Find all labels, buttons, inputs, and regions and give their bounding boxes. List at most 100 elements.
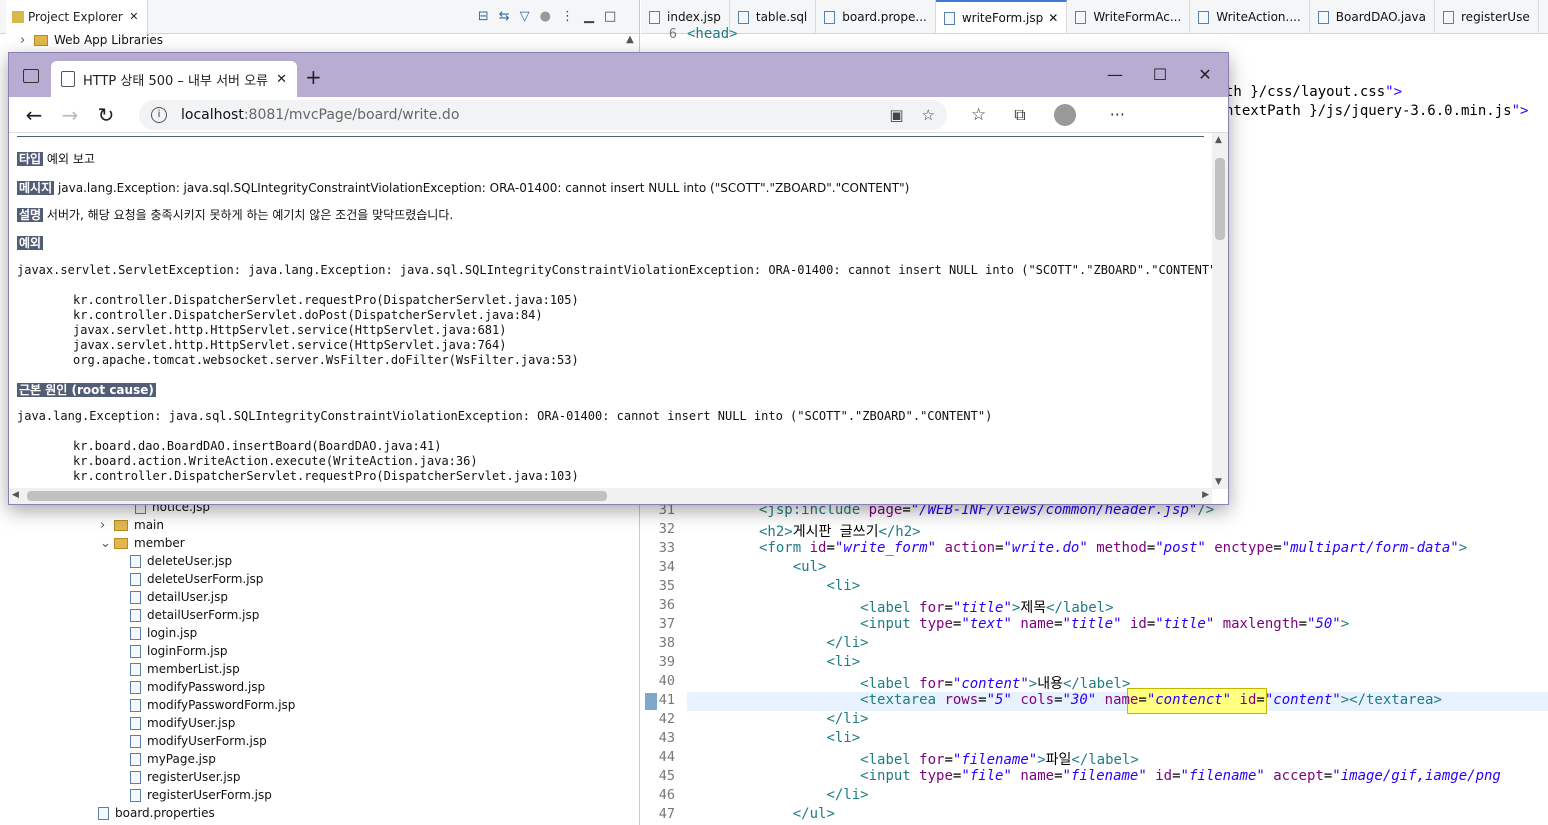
vertical-scroll-thumb[interactable] (1215, 158, 1225, 240)
file-icon (649, 10, 660, 24)
file-icon (737, 10, 749, 24)
tree-item[interactable]: login.jsp (130, 624, 197, 642)
chevron-down-icon[interactable]: ⌄ (100, 536, 111, 551)
code-line: <label for="content">내용</label> (860, 676, 1131, 692)
tree-item[interactable]: modifyPassword.jsp (130, 678, 265, 696)
project-explorer-tab[interactable]: Project Explorer ✕ (6, 0, 148, 34)
maximize-window-icon[interactable]: ☐ (1144, 63, 1176, 87)
browser-tab-title: HTTP 상태 500 – 내부 서버 오류 (83, 73, 269, 89)
info-icon[interactable]: i (151, 106, 167, 123)
chevron-right-icon[interactable]: › (20, 33, 30, 48)
editor-tab[interactable]: WriteFormAc... (1067, 0, 1191, 33)
tree-item[interactable]: › Web App Libraries (20, 31, 163, 49)
back-icon[interactable]: ← (19, 103, 49, 127)
vertical-scrollbar[interactable]: ▲ ▼ (1212, 133, 1228, 489)
line-number: 35 (658, 578, 675, 594)
scroll-left-icon[interactable]: ◀ (12, 490, 19, 500)
type-label: 타입 (17, 152, 44, 166)
file-icon (130, 734, 141, 748)
scroll-down-icon[interactable]: ▼ (1215, 477, 1222, 487)
add-favorite-icon[interactable]: ☆ (922, 106, 935, 124)
favorites-icon[interactable]: ☆ (971, 105, 986, 125)
minimize-window-icon[interactable]: — (1099, 63, 1131, 87)
scroll-right-icon[interactable]: ▶ (1202, 490, 1209, 500)
collections-icon[interactable]: ⧉ (1014, 105, 1025, 125)
file-icon (943, 11, 955, 25)
tree-item[interactable]: memberList.jsp (130, 660, 240, 678)
forward-icon[interactable]: → (55, 103, 85, 127)
file-icon (130, 716, 141, 730)
tree-item-label: main (134, 518, 164, 532)
browser-window: HTTP 상태 500 – 내부 서버 오류 ✕ + — ☐ ✕ ← → ↻ i… (8, 52, 1229, 505)
code-line: </li> (826, 787, 869, 803)
editor-tab[interactable]: BoardDAO.java (1310, 0, 1436, 33)
tree-item[interactable]: deleteUserForm.jsp (130, 570, 263, 588)
editor-tab-label: writeForm.jsp (961, 11, 1044, 25)
tree-item[interactable]: board.properties (98, 804, 215, 822)
tree-item[interactable]: › main (100, 516, 164, 534)
tree-item-label: modifyPassword.jsp (147, 680, 266, 694)
editor-tab-label: WriteFormAc... (1093, 10, 1182, 24)
editor-tab-label: table.sql (755, 10, 808, 24)
tree-item[interactable]: loginForm.jsp (130, 642, 227, 660)
tree-item[interactable]: modifyUserForm.jsp (130, 732, 267, 750)
horizontal-scroll-thumb[interactable] (27, 491, 607, 501)
view-menu-icon[interactable]: ⋮ (561, 9, 574, 24)
tree-item[interactable]: modifyUser.jsp (130, 714, 235, 732)
tree-item[interactable]: ⌄ member (100, 534, 185, 552)
editor-tab[interactable]: WriteAction.... (1190, 0, 1310, 33)
message-value: java.lang.Exception: java.sql.SQLIntegri… (57, 181, 910, 195)
minimize-icon[interactable]: ▁ (584, 9, 594, 24)
close-icon[interactable]: ✕ (1048, 11, 1058, 25)
tab-actions-icon[interactable] (23, 69, 39, 83)
chevron-right-icon[interactable]: › (100, 518, 110, 533)
file-icon (130, 770, 141, 784)
editor-tab[interactable]: writeForm.jsp ✕ (935, 0, 1068, 33)
new-tab-icon[interactable]: + (305, 65, 322, 89)
project-explorer-title: Project Explorer (28, 9, 123, 24)
tree-item[interactable]: registerUser.jsp (130, 768, 241, 786)
browser-tab[interactable]: HTTP 상태 500 – 내부 서버 오류 ✕ (51, 61, 297, 97)
editor-tab-label: registerUse (1461, 10, 1530, 24)
tree-item[interactable]: myPage.jsp (130, 750, 216, 768)
file-icon (1198, 10, 1210, 24)
horizontal-scrollbar[interactable]: ◀ ▶ (9, 488, 1212, 504)
tree-item[interactable]: detailUserForm.jsp (130, 606, 259, 624)
line-number: 42 (658, 711, 675, 727)
stack-frame: javax.servlet.http.HttpServlet.service(H… (73, 323, 507, 337)
editor-tabs: index.jsp table.sql board.prope... writeFor… (641, 0, 1548, 34)
editor-tab[interactable]: registerUse (1435, 0, 1539, 33)
editor-tab[interactable]: board.prope... (816, 0, 936, 33)
address-bar-row: ← → ↻ i localhost:8081/mvcPage/board/wri… (9, 97, 1228, 133)
code-line: <head> (687, 26, 738, 42)
scroll-up-icon[interactable]: ▲ (1215, 135, 1222, 145)
line-number: 38 (658, 635, 675, 651)
focus-icon[interactable]: ● (540, 9, 551, 24)
root-cause-heading: 근본 원인 (root cause) (17, 381, 156, 398)
maximize-icon[interactable]: □ (604, 9, 616, 24)
tree-item[interactable]: modifyPasswordForm.jsp (130, 696, 295, 714)
close-icon[interactable]: ✕ (127, 10, 141, 24)
file-icon (98, 806, 109, 820)
more-options-icon[interactable]: ··· (1110, 105, 1125, 124)
tree-scroll-up-icon[interactable]: ▲ (623, 34, 637, 52)
url-host: localhost (181, 106, 244, 123)
filter-icon[interactable]: ▽ (520, 9, 530, 24)
tree-item[interactable]: deleteUser.jsp (130, 552, 232, 570)
file-icon (130, 698, 141, 712)
reader-mode-icon[interactable]: ▣ (889, 106, 903, 124)
exception-label: 예외 (17, 236, 44, 250)
address-bar[interactable]: i localhost:8081/mvcPage/board/write.do … (139, 99, 947, 130)
line-number: 40 (658, 673, 675, 689)
refresh-icon[interactable]: ↻ (91, 103, 121, 127)
profile-avatar[interactable] (1053, 103, 1076, 126)
close-window-icon[interactable]: ✕ (1189, 63, 1221, 87)
collapse-all-icon[interactable]: ⊟ (478, 9, 489, 24)
editor-tab[interactable]: table.sql (730, 0, 817, 33)
tree-item[interactable]: registerUserForm.jsp (130, 786, 272, 804)
link-editor-icon[interactable]: ⇆ (499, 9, 510, 24)
exception-line: javax.servlet.ServletException: java.lan… (17, 263, 1212, 277)
description-row: 설명 서버가, 해당 요청을 충족시키지 못하게 하는 예기치 않은 조건을 맞… (17, 206, 453, 223)
tab-close-icon[interactable]: ✕ (276, 72, 287, 87)
tree-item[interactable]: detailUser.jsp (130, 588, 228, 606)
